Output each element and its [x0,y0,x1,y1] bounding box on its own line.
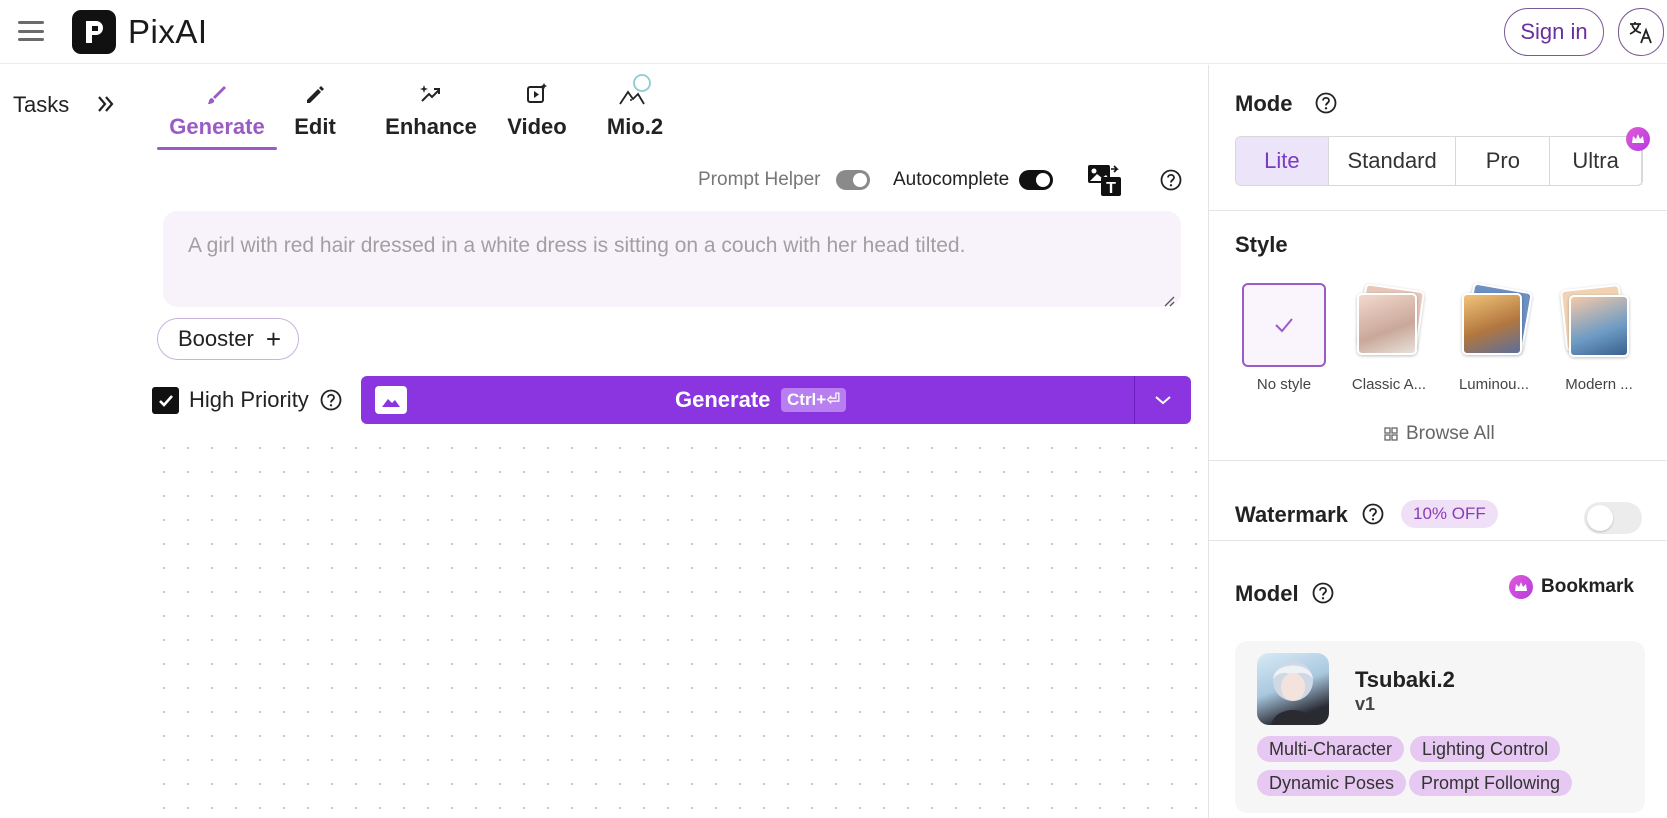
resize-handle[interactable] [1163,289,1175,307]
sign-in-button[interactable]: Sign in [1504,8,1604,56]
prompt-helper-label: Prompt Helper [698,169,821,190]
checkmark-icon [1275,318,1293,333]
chevron-down-icon[interactable] [1135,376,1191,424]
style-item-no-style[interactable]: No style [1239,283,1329,393]
tab-edit[interactable]: Edit [285,70,345,150]
help-icon[interactable] [320,389,342,416]
tasks-label: Tasks [13,92,70,117]
style-list: No style Classic A... Luminou... Modern … [1239,282,1649,403]
browse-all-label: Browse All [1406,423,1495,444]
svg-text:T: T [1106,180,1116,197]
prompt-placeholder: A girl with red hair dressed in a white … [188,234,966,257]
logo-text: PixAI [128,13,208,50]
model-tag: Prompt Following [1409,770,1573,796]
hamburger-menu-icon[interactable] [16,18,46,44]
image-to-text-icon[interactable]: T [1087,163,1123,202]
tab-label: Generate [169,114,265,139]
tab-mio[interactable]: Mio.2 [597,70,673,150]
divider [1209,210,1667,211]
style-thumb [1242,283,1326,367]
style-name: Classic A... [1351,376,1427,393]
mode-title: Mode [1235,91,1293,116]
bookmark-button[interactable]: Bookmark [1509,575,1634,599]
tab-enhance[interactable]: Enhance [371,70,491,150]
autocomplete-toggle[interactable] [1019,170,1053,190]
generate-button[interactable]: Generate Ctrl+⏎ [361,376,1191,424]
help-icon[interactable] [1315,92,1337,119]
autocomplete-label: Autocomplete [893,169,1010,190]
style-name: Luminou... [1458,376,1530,393]
model-avatar [1257,653,1329,725]
top-header: PixAI Sign in [0,0,1667,64]
generate-label: Generate [675,387,771,412]
double-chevron-right-icon[interactable] [94,92,118,116]
mode-option-lite[interactable]: Lite [1236,137,1329,185]
pencil-icon [304,76,326,106]
high-priority-checkbox[interactable] [152,387,179,414]
watermark-toggle[interactable] [1584,502,1642,534]
style-name: Modern ... [1565,376,1633,393]
tab-label: Edit [294,114,336,139]
model-title: Model [1235,581,1299,606]
style-item-modern[interactable]: Modern ... [1554,283,1644,393]
image-reference-icon[interactable] [375,386,407,414]
prompt-helper-row: Prompt Helper Autocomplete T [0,165,1200,197]
booster-button[interactable]: Booster + [157,318,299,360]
model-tag: Dynamic Poses [1257,770,1407,796]
settings-panel: Mode Lite Standard Pro Ultra Style No st… [1208,65,1667,818]
help-icon[interactable] [1312,582,1334,609]
tab-generate[interactable]: Generate [157,70,277,150]
model-card[interactable]: Tsubaki.2 v1 Multi-Character Lighting Co… [1235,641,1645,813]
logo[interactable]: PixAI [72,10,208,54]
tab-label: Enhance [385,114,477,139]
sparkle-enhance-icon [419,76,443,106]
grid-icon [1384,427,1398,441]
style-title: Style [1235,232,1288,257]
model-name: Tsubaki.2 [1355,667,1455,692]
mode-selector: Lite Standard Pro Ultra [1235,127,1650,186]
results-canvas [152,436,1207,818]
high-priority-label: High Priority [189,387,309,412]
plus-icon: + [265,324,282,354]
mode-option-pro[interactable]: Pro [1456,137,1551,185]
booster-label: Booster [178,326,254,351]
video-sparkle-icon [525,76,549,106]
mio-icon [617,74,653,106]
model-version: v1 [1355,694,1376,714]
help-icon[interactable] [1362,503,1384,530]
browse-all-button[interactable]: Browse All [1384,423,1495,445]
tab-label: Mio.2 [606,114,664,139]
active-tab-indicator [157,147,277,150]
watermark-title: Watermark [1235,502,1348,527]
style-thumb [1347,283,1431,367]
tab-label: Video [507,114,567,139]
translate-icon[interactable] [1618,8,1664,56]
prompt-helper-toggle[interactable] [836,170,870,190]
model-tag: Multi-Character [1257,736,1405,762]
crown-icon [1626,127,1650,151]
discount-badge: 10% OFF [1401,500,1498,528]
pixai-logo-icon [72,10,116,54]
brush-icon [206,76,228,106]
style-thumb [1452,282,1536,367]
style-name: No style [1256,376,1312,393]
crown-icon [1509,575,1533,599]
bookmark-label: Bookmark [1541,576,1634,597]
shortcut-badge: Ctrl+⏎ [781,388,847,412]
divider [1209,540,1667,541]
help-icon[interactable] [1160,169,1182,196]
prompt-input[interactable]: A girl with red hair dressed in a white … [163,211,1181,307]
style-thumb [1557,283,1641,367]
model-tag: Lighting Control [1410,736,1561,762]
style-item-luminous[interactable]: Luminou... [1449,282,1539,393]
divider [1209,460,1667,461]
mode-option-standard[interactable]: Standard [1329,137,1457,185]
style-item-classic[interactable]: Classic A... [1344,283,1434,393]
tab-video[interactable]: Video [501,70,573,150]
